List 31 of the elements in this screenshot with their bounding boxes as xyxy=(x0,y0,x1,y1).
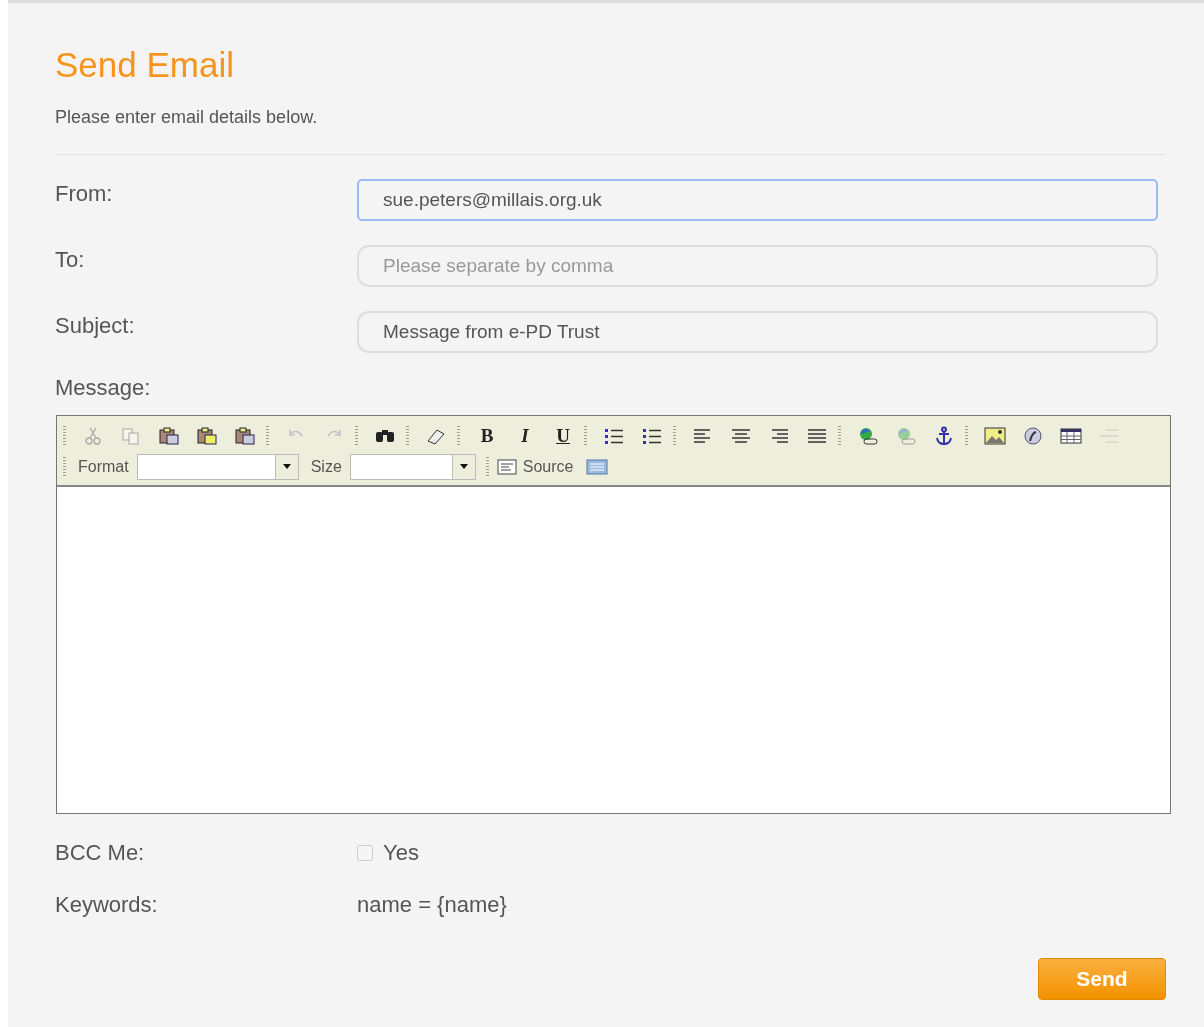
intro-text: Please enter email details below. xyxy=(55,107,319,128)
document-icon xyxy=(496,458,517,475)
field-label: To: xyxy=(55,247,86,273)
input-field[interactable]: Please separate by comma xyxy=(357,245,1158,287)
underline-button[interactable]: U xyxy=(552,424,574,447)
field-label: BCC Me: xyxy=(55,840,146,866)
paste-text-icon[interactable] xyxy=(196,425,218,446)
field-label: Keywords: xyxy=(55,892,159,918)
input-field[interactable]: Message from e-PD Trust xyxy=(357,311,1158,353)
flash-icon[interactable] xyxy=(1022,425,1044,446)
field-label: Subject: xyxy=(55,313,136,339)
format-label: Format xyxy=(78,457,129,476)
anchor-icon[interactable] xyxy=(933,425,955,446)
paste-word-icon[interactable] xyxy=(234,425,256,446)
italic-button[interactable]: I xyxy=(514,424,536,447)
field-label: Message: xyxy=(55,375,152,401)
caret-icon xyxy=(459,464,468,469)
link-icon[interactable] xyxy=(857,425,879,446)
field-label: From: xyxy=(55,181,114,207)
caret-icon xyxy=(282,464,291,469)
source-button[interactable]: Source xyxy=(496,457,574,476)
bold-button[interactable]: B xyxy=(476,424,498,447)
input-field[interactable]: sue.peters@millais.org.uk xyxy=(357,179,1158,221)
paste-icon[interactable] xyxy=(158,425,180,446)
checkbox-label: Yes xyxy=(383,840,419,866)
image-icon[interactable] xyxy=(984,425,1006,446)
keywords-text: name = {name} xyxy=(357,892,507,918)
table-icon[interactable] xyxy=(1060,425,1082,446)
maximize-icon[interactable] xyxy=(585,458,608,475)
page-title: Send Email xyxy=(55,45,235,85)
size-label: Size xyxy=(310,457,342,476)
